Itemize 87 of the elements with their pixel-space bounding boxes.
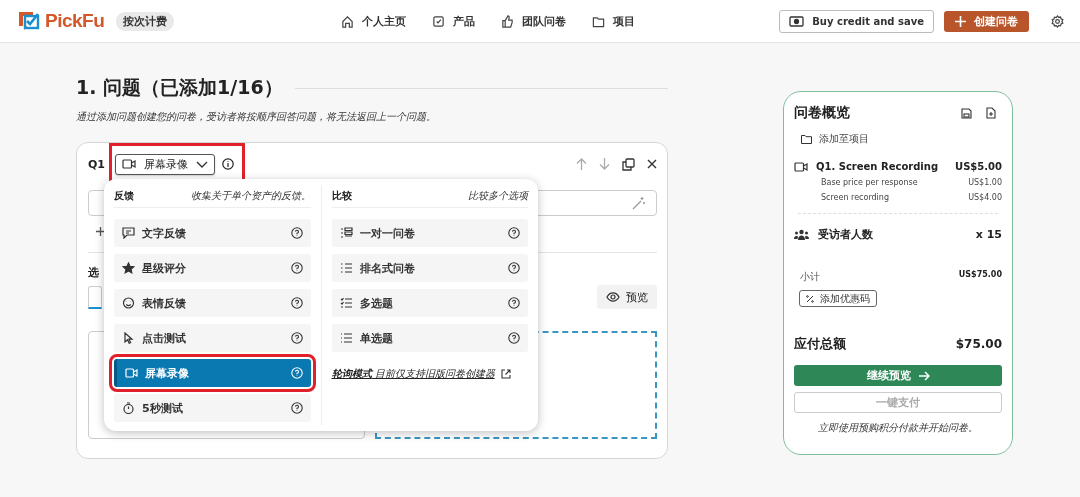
menu-item[interactable]: 星级评分 xyxy=(114,254,311,282)
versus-icon xyxy=(339,227,353,239)
price-detail-label: Screen recording xyxy=(821,193,889,202)
preview-button[interactable]: 预览 xyxy=(597,285,657,309)
percent-icon xyxy=(806,294,814,303)
subtotal-value: US$75.00 xyxy=(958,270,1002,281)
ranked-list-icon xyxy=(339,262,353,274)
people-icon xyxy=(794,228,809,241)
help-icon[interactable] xyxy=(290,262,303,274)
comment-icon xyxy=(122,227,135,239)
nav-link[interactable]: 产品 xyxy=(432,13,475,29)
logo-text[interactable]: PickFu xyxy=(45,10,105,32)
star-icon xyxy=(122,262,135,274)
eye-icon xyxy=(606,292,620,302)
folder-icon xyxy=(592,14,605,28)
save-icon[interactable] xyxy=(961,107,972,119)
cursor-icon xyxy=(122,332,135,344)
continue-preview-button[interactable]: 继续预览 xyxy=(794,365,1002,386)
menu-item[interactable]: 表情反馈 xyxy=(114,289,311,317)
box-icon xyxy=(432,14,445,28)
menu-item[interactable]: 一对一问卷 xyxy=(331,219,528,247)
menu-item[interactable]: 单选题 xyxy=(331,324,528,352)
stopwatch-icon xyxy=(122,402,135,414)
question-number: Q1 xyxy=(88,157,105,171)
price-detail-label: Base price per response xyxy=(821,178,918,187)
nav-link[interactable]: 项目 xyxy=(592,13,635,29)
options-label: 选 xyxy=(88,265,99,280)
thumbs-up-icon xyxy=(501,14,514,28)
external-link-icon[interactable] xyxy=(500,369,511,379)
respondents-count: x 15 xyxy=(975,228,1002,241)
create-survey-button[interactable]: 创建问卷 xyxy=(944,10,1029,32)
payment-footnote: 立即使用预购积分付款并开始问卷。 xyxy=(817,421,979,435)
menu-group-subtitle: 收集关于单个资产的反馈。 xyxy=(190,189,311,203)
menu-item[interactable]: 5秒测试 xyxy=(114,394,311,422)
help-icon[interactable] xyxy=(290,297,303,309)
total-value: $75.00 xyxy=(955,337,1002,351)
help-icon[interactable] xyxy=(508,332,520,344)
help-icon[interactable] xyxy=(290,402,303,414)
respondents-label: 受访者人数 xyxy=(818,227,873,242)
video-camera-icon xyxy=(125,367,138,379)
home-icon xyxy=(341,14,354,28)
line-item-title: Q1. Screen Recording xyxy=(816,161,939,172)
help-icon[interactable] xyxy=(290,332,303,344)
copy-icon[interactable] xyxy=(622,157,635,171)
add-coupon-button[interactable]: 添加优惠码 xyxy=(799,290,877,307)
menu-item[interactable]: 文字反馈 xyxy=(114,219,311,247)
settings-icon[interactable] xyxy=(1051,14,1064,28)
help-icon[interactable] xyxy=(290,227,303,239)
total-label: 应付总额 xyxy=(794,335,846,353)
summary-title: 问卷概览 xyxy=(794,104,850,122)
menu-item[interactable]: 排名式问卷 xyxy=(331,254,528,282)
plan-badge: 按次计费 xyxy=(116,11,175,31)
menu-item[interactable]: 多选题 xyxy=(331,289,528,317)
menu-item[interactable]: 点击测试 xyxy=(114,324,311,352)
price-detail-value: US$4.00 xyxy=(968,193,1002,202)
help-icon[interactable] xyxy=(508,227,520,239)
video-camera-icon xyxy=(794,161,808,172)
document-plus-icon[interactable] xyxy=(986,107,996,119)
nav-link[interactable]: 团队问卷 xyxy=(501,13,566,29)
help-icon[interactable] xyxy=(508,297,520,309)
close-icon[interactable] xyxy=(647,159,657,169)
option-tab[interactable] xyxy=(88,285,102,309)
smiley-icon xyxy=(122,297,135,309)
section-description: 通过添加问题创建您的问卷，受访者将按顺序回答问题，将无法返回上一个问题。 xyxy=(76,110,437,124)
plus-icon xyxy=(955,15,966,27)
list-icon xyxy=(339,332,353,344)
magic-wand-icon[interactable] xyxy=(632,196,646,210)
section-title: 1. 问题（已添加1/16） xyxy=(76,75,283,100)
folder-icon xyxy=(801,134,812,144)
line-item-price: US$5.00 xyxy=(955,161,1002,172)
info-icon[interactable] xyxy=(222,158,234,170)
menu-group-title: 比较 xyxy=(331,189,352,203)
question-type-dropdown[interactable]: 屏幕录像 xyxy=(115,153,215,175)
menu-group-subtitle: 比较多个选项 xyxy=(468,189,528,203)
buy-credit-button[interactable]: Buy credit and save xyxy=(779,9,934,33)
help-icon[interactable] xyxy=(508,262,520,274)
arrow-right-icon xyxy=(918,370,930,381)
nav-link[interactable]: 个人主页 xyxy=(341,13,406,29)
add-to-project-link[interactable]: 添加至项目 xyxy=(801,132,1002,146)
chevron-down-icon xyxy=(196,160,208,168)
legacy-builder-link[interactable]: 轮询模式 目前仅支持旧版问卷创建器 xyxy=(331,367,495,381)
subtotal-label: 小计 xyxy=(800,270,820,284)
checklist-icon xyxy=(339,297,353,309)
menu-group-title: 反馈 xyxy=(114,189,134,203)
cash-icon xyxy=(789,15,805,27)
price-detail-value: US$1.00 xyxy=(968,178,1002,187)
video-camera-icon xyxy=(122,159,136,169)
